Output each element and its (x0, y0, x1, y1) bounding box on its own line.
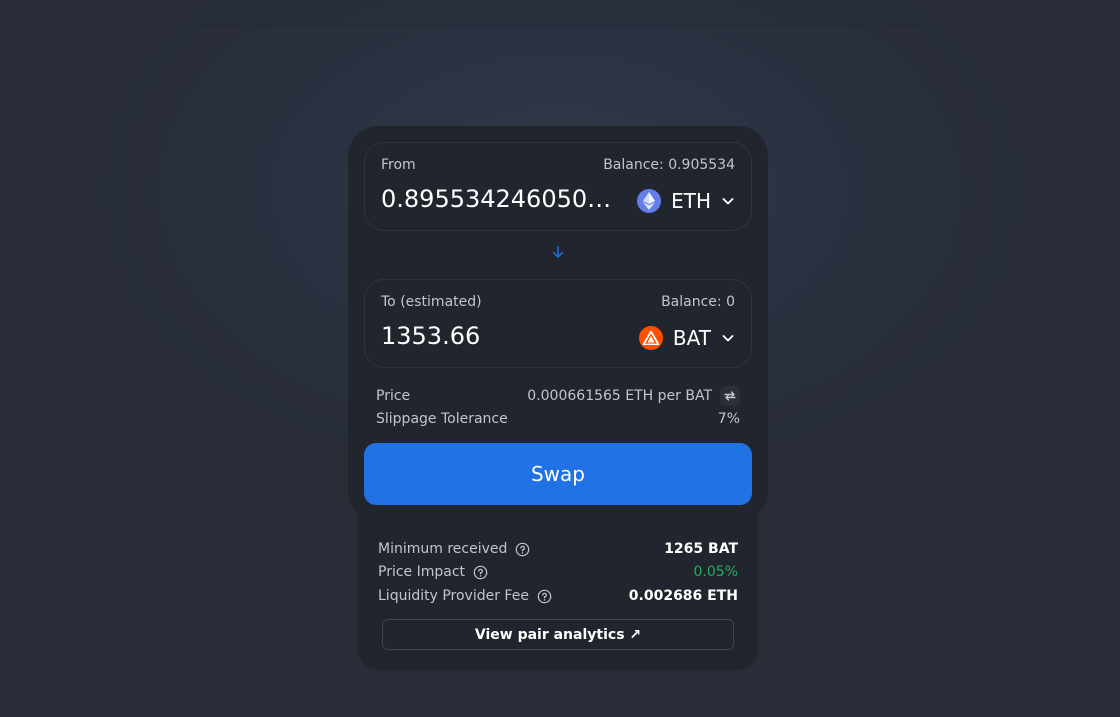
from-panel: From Balance: 0.905534 0.8955342460502..… (364, 142, 752, 231)
price-impact-label-group: Price Impact (378, 564, 488, 580)
to-amount-input[interactable]: 1353.66 (381, 322, 619, 350)
question-icon[interactable] (473, 565, 488, 580)
chevron-down-icon (722, 335, 734, 342)
minimum-received-value: 1265 BAT (664, 541, 738, 557)
price-impact-value: 0.05% (693, 564, 738, 580)
slippage-row: Slippage Tolerance 7% (376, 409, 740, 429)
lp-fee-label-group: Liquidity Provider Fee (378, 588, 552, 604)
minimum-received-row: Minimum received 1265 BAT (378, 539, 738, 559)
from-balance: Balance: 0.905534 (603, 157, 735, 173)
lp-fee-row: Liquidity Provider Fee 0.002686 ETH (378, 586, 738, 606)
bat-icon (638, 326, 663, 350)
chevron-down-icon (722, 198, 734, 205)
price-value: 0.000661565 ETH per BAT (527, 388, 712, 404)
price-impact-label: Price Impact (378, 564, 466, 580)
price-row: Price 0.000661565 ETH per BAT (376, 385, 740, 407)
from-token-select[interactable]: ETH (637, 187, 735, 215)
from-label: From (381, 157, 416, 173)
lp-fee-label: Liquidity Provider Fee (378, 588, 529, 604)
top-bar (0, 0, 1120, 26)
to-panel: To (estimated) Balance: 0 1353.66 BAT (364, 279, 752, 368)
slippage-value: 7% (717, 411, 740, 427)
price-value-group: 0.000661565 ETH per BAT (527, 386, 740, 406)
to-label: To (estimated) (381, 294, 482, 310)
from-token-symbol: ETH (671, 189, 711, 213)
eth-icon (637, 189, 662, 213)
slippage-label: Slippage Tolerance (376, 411, 508, 427)
repeat-icon (724, 391, 736, 401)
arrow-down-icon[interactable] (551, 245, 565, 259)
to-token-symbol: BAT (672, 326, 711, 350)
swap-details-panel: Minimum received 1265 BAT Price Impact 0… (358, 505, 758, 670)
minimum-received-label: Minimum received (378, 541, 508, 557)
swap-button[interactable]: Swap (364, 443, 752, 505)
swap-card: From Balance: 0.905534 0.8955342460502..… (348, 126, 768, 521)
question-icon[interactable] (537, 589, 552, 604)
price-impact-row: Price Impact 0.05% (378, 562, 738, 582)
lp-fee-value: 0.002686 ETH (628, 588, 738, 604)
to-balance: Balance: 0 (661, 294, 735, 310)
to-token-select[interactable]: BAT (638, 324, 735, 352)
minimum-received-label-group: Minimum received (378, 541, 530, 557)
price-label: Price (376, 388, 411, 404)
view-pair-analytics-link[interactable]: View pair analytics ↗ (382, 619, 734, 650)
invert-price-button[interactable] (720, 386, 740, 406)
from-amount-input[interactable]: 0.8955342460502... (381, 185, 619, 213)
question-icon[interactable] (515, 542, 530, 557)
